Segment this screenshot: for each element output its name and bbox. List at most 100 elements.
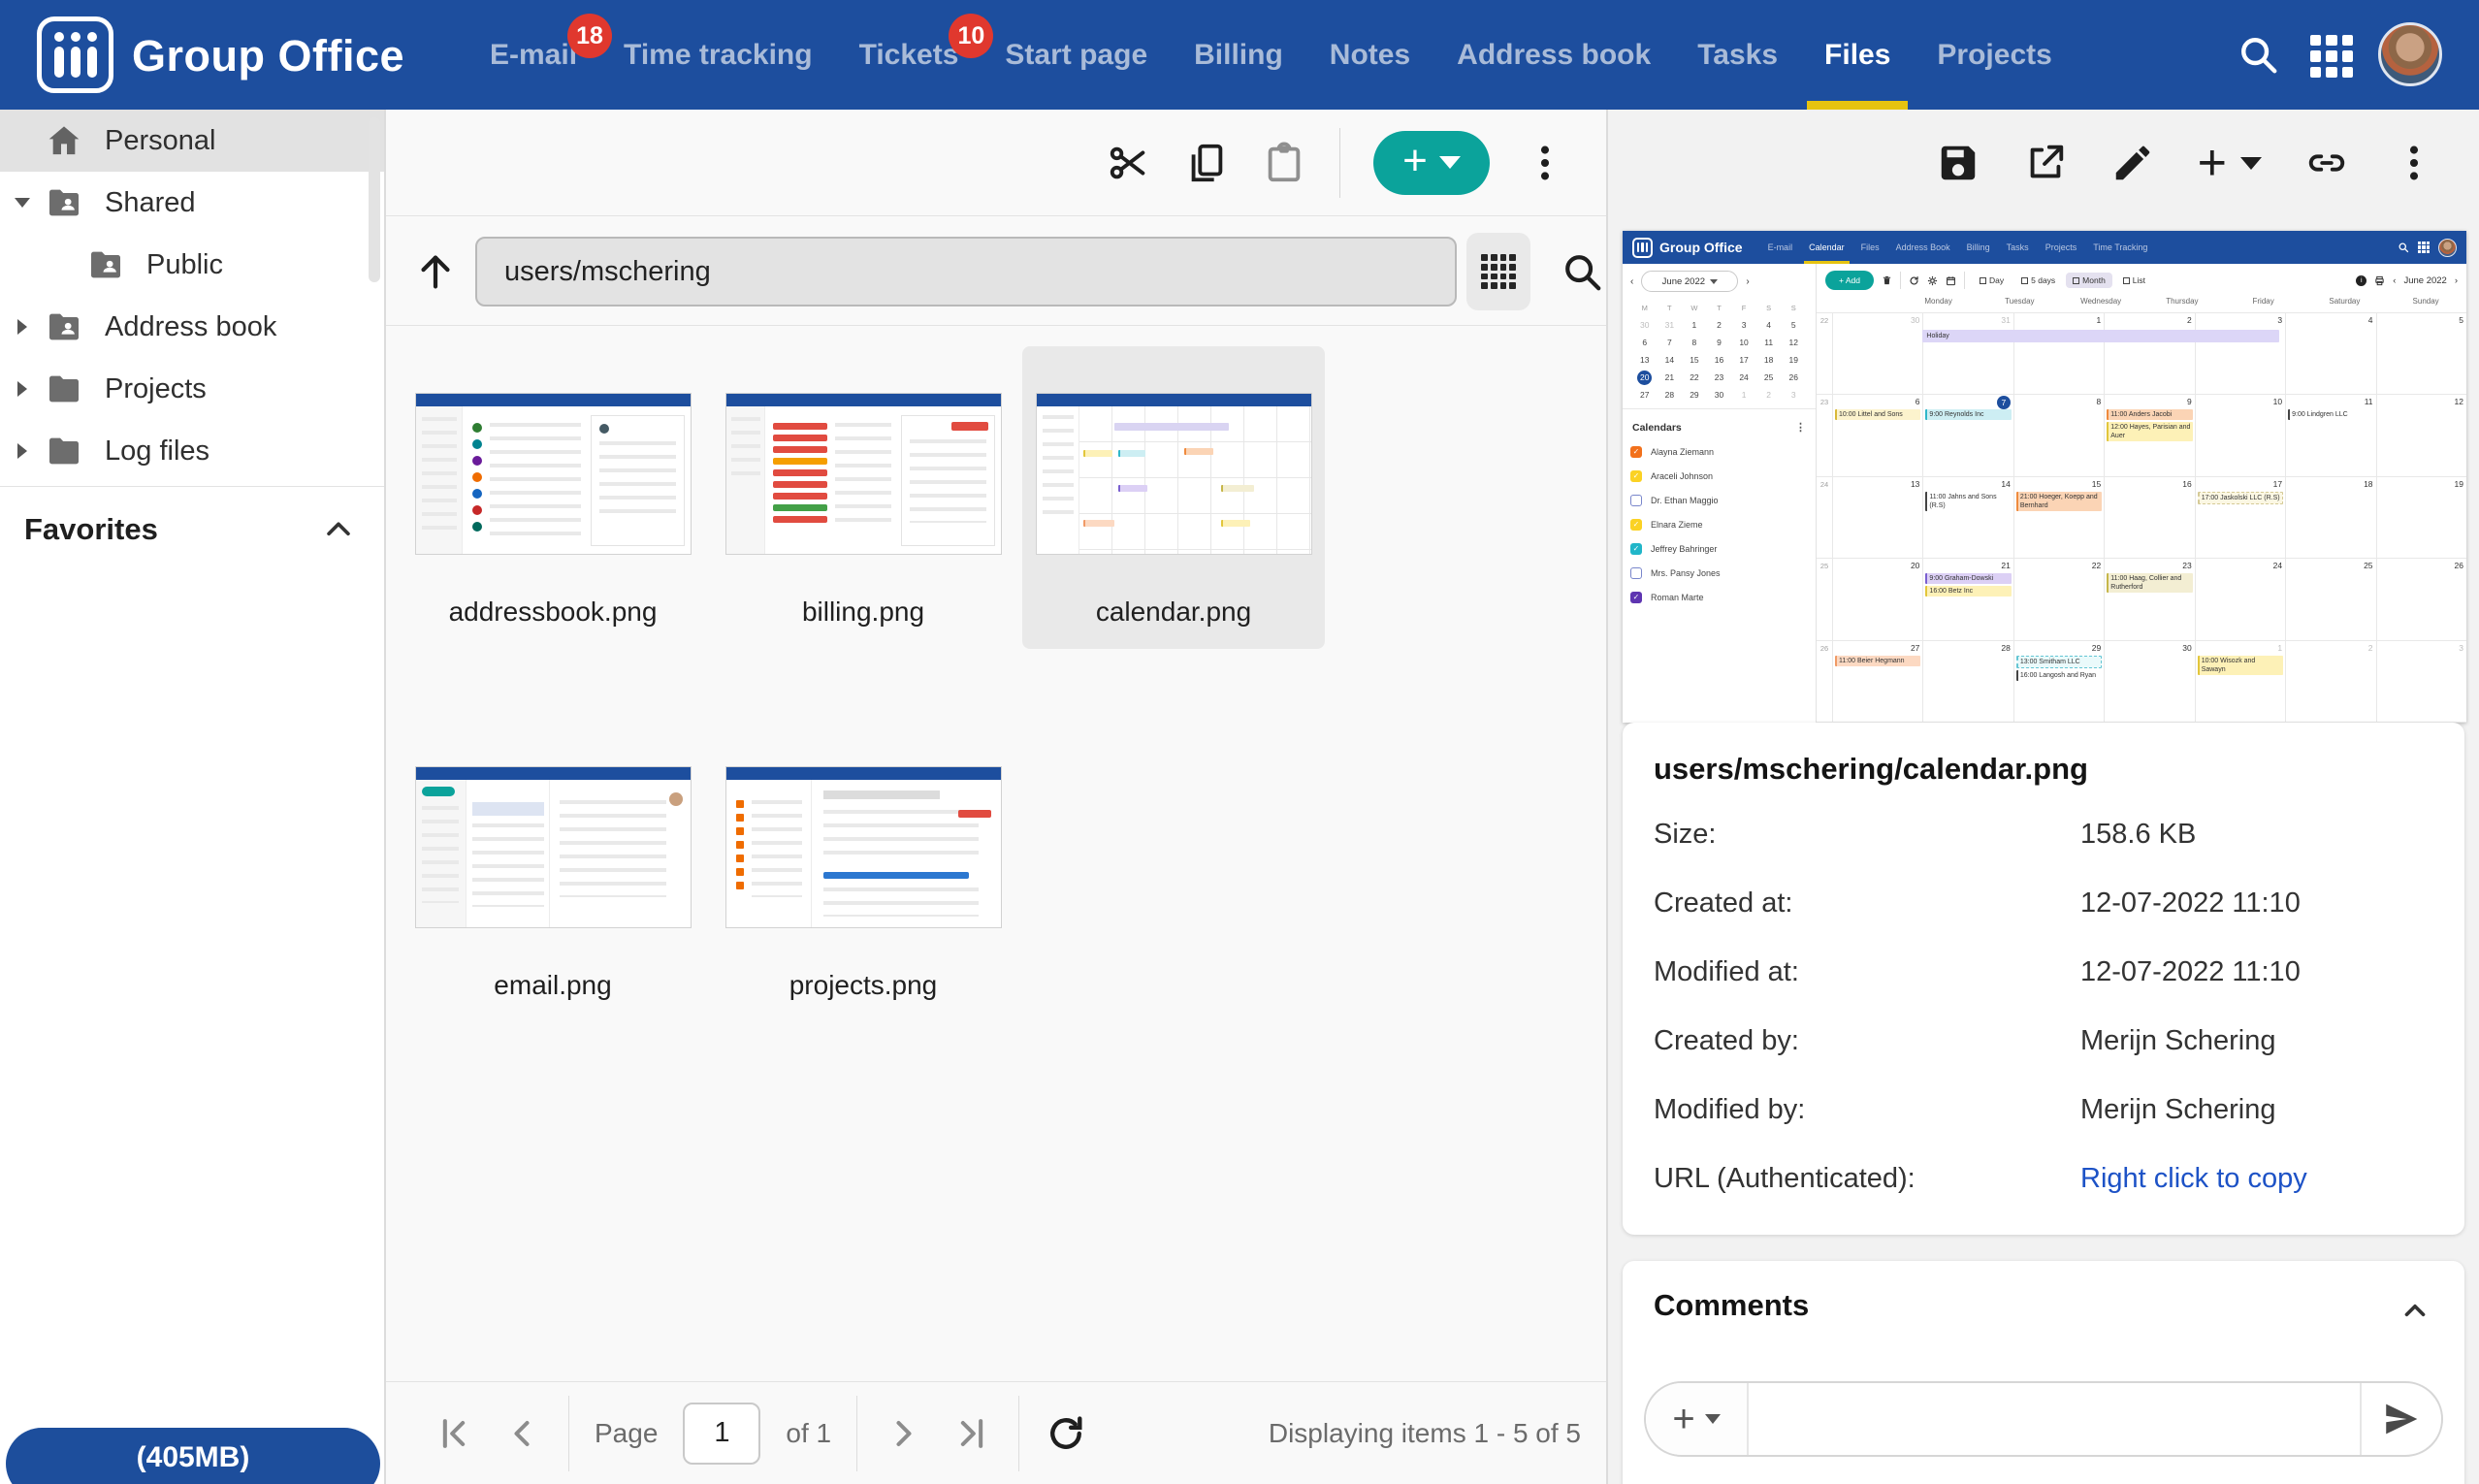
path-bar [386,217,1606,326]
mini-day: 21 [1658,371,1683,385]
detail-label: URL (Authenticated): [1654,1163,1916,1195]
path-input[interactable] [475,237,1457,306]
save-icon[interactable] [1936,141,1980,185]
search-icon[interactable] [2236,32,2280,77]
sidebar-item-shared[interactable]: Shared [0,172,384,234]
cut-icon[interactable] [1107,141,1151,185]
sidebar-item-public[interactable]: Public [0,234,384,296]
day-number: 31 [2001,315,2010,325]
refresh-icon[interactable] [1045,1412,1087,1455]
nav-item-time-tracking[interactable]: Time tracking [624,0,813,110]
send-comment-button[interactable] [2360,1383,2441,1455]
chevron-down-icon[interactable] [0,198,45,208]
sidebar-item-label: Personal [105,125,215,157]
mini-day: 12 [1781,336,1806,350]
file-cell-billing[interactable]: billing.png [715,393,1012,628]
search-files-icon[interactable] [1560,249,1604,294]
day-number: 29 [2092,643,2101,653]
more-options-icon[interactable] [1523,141,1567,185]
day-number: 5 [2459,315,2463,325]
next-page-icon[interactable] [883,1412,925,1455]
week-gutter [1817,297,1898,312]
add-menu-button[interactable]: + [2198,141,2262,185]
notification-badge: 18 [567,14,612,58]
nav-item-files[interactable]: Files [1824,0,1890,110]
chevron-right-icon[interactable] [0,381,45,397]
mini-day: 1 [1731,388,1756,403]
nav-item-e-mail[interactable]: E-mail18 [490,0,577,110]
nav-item-tickets[interactable]: Tickets10 [859,0,959,110]
file-name: projects.png [789,970,938,1001]
comment-input-box: + [1644,1381,2443,1457]
month-grid: 22303112345Holiday23610:00 Littel and So… [1817,313,2466,723]
add-file-button[interactable]: + [1373,131,1490,195]
page-of-label: of 1 [786,1418,831,1449]
page-number-input[interactable] [683,1403,760,1465]
chevron-up-icon[interactable] [322,513,355,546]
nav-item-tasks[interactable]: Tasks [1697,0,1778,110]
copy-url-link[interactable]: Right click to copy [2080,1163,2307,1195]
detail-label: Size: [1654,819,1716,851]
thumbnail-image [725,766,1002,928]
thumbnail-image [725,393,1002,555]
day-cell: 24 [2195,559,2285,639]
grid-view-toggle[interactable] [1466,233,1530,310]
chevron-right-icon[interactable] [0,319,45,335]
day-number: 11 [2365,397,2373,406]
sidebar-item-projects[interactable]: Projects [0,358,384,420]
day-number: 20 [1911,561,1919,570]
copy-icon[interactable] [1184,141,1229,185]
first-page-icon[interactable] [433,1412,475,1455]
mini-month-calendar: MTWTFSS303112345678910111213141516171819… [1632,301,1806,403]
mini-day: 4 [1756,318,1782,333]
add-event-button: + Add [1825,271,1874,290]
caret-down-icon [1705,1414,1721,1424]
paste-icon[interactable] [1262,141,1306,185]
nav-item-start-page[interactable]: Start page [1005,0,1147,110]
file-cell-projects[interactable]: projects.png [715,766,1012,1001]
day-cell: 2311:00 Haag, Collier and Rutherford [2104,559,2194,639]
chevron-right-icon[interactable] [0,443,45,459]
file-cell-addressbook[interactable]: addressbook.png [404,393,701,628]
go-up-icon[interactable] [413,249,458,294]
sidebar-item-personal[interactable]: Personal [0,110,384,172]
holiday-banner: Holiday [1922,330,2279,342]
comment-input[interactable] [1749,1383,2360,1455]
edit-icon[interactable] [2110,141,2155,185]
day-cell: 25 [2285,559,2375,639]
more-options-icon[interactable] [2392,141,2436,185]
open-in-new-icon[interactable] [2023,141,2068,185]
nav-item-address-book[interactable]: Address book [1457,0,1651,110]
calendars-title: Calendars [1632,422,1682,434]
quota-usage-badge[interactable]: (405MB) [6,1428,380,1484]
mini-day: 25 [1756,371,1782,385]
attach-menu-button[interactable]: + [1646,1383,1749,1455]
link-icon[interactable] [2304,141,2349,185]
view-icon [2123,277,2130,284]
scrollbar-thumb[interactable] [369,117,380,282]
mini-day: 29 [1682,388,1707,403]
collapse-comments-icon[interactable] [2399,1294,2431,1327]
nav-item-notes[interactable]: Notes [1330,0,1410,110]
last-page-icon[interactable] [950,1412,993,1455]
user-avatar[interactable] [2378,22,2442,86]
previous-page-icon[interactable] [500,1412,543,1455]
file-cell-calendar[interactable]: calendar.png [1025,393,1322,628]
sidebar-item-log-files[interactable]: Log files [0,420,384,482]
favorites-section-header[interactable]: Favorites [0,487,384,547]
day-number: 3 [2459,643,2463,653]
day-cell: 4 [2285,313,2375,394]
week-row: 2520219:00 Graham-Dowski16:00 Betz Inc22… [1817,559,2466,640]
sidebar-item-address-book[interactable]: Address book [0,296,384,358]
day-cell: 30 [2104,641,2194,722]
nav-item-billing[interactable]: Billing [1194,0,1283,110]
nav-item-projects[interactable]: Projects [1937,0,2051,110]
day-number: 3 [2277,315,2282,325]
detail-row-created-by: Created by: Merijn Schering [1623,1007,2464,1076]
app-launcher-icon[interactable] [2310,35,2353,78]
file-cell-email[interactable]: email.png [404,766,701,1001]
preview-nav-item: E-mail [1768,231,1793,264]
notification-badge: 10 [949,14,993,58]
day-number: 13 [1911,479,1919,489]
nav-item-label: Projects [1937,39,2051,72]
